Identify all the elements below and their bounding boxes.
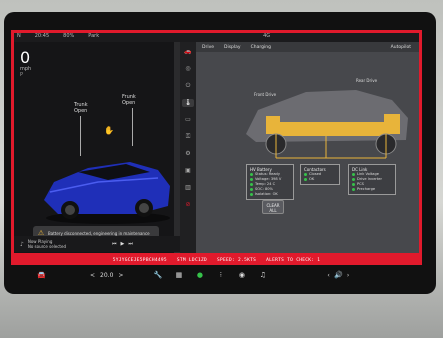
service-main-panel: Drive Display Charging Autopilot Front D… xyxy=(196,42,419,254)
car-shortcut-icon[interactable]: 🚘 xyxy=(37,271,46,279)
nav-item-2[interactable]: Charging xyxy=(251,45,271,50)
speed-readout: 0 xyxy=(20,48,31,67)
trash-icon[interactable]: ▥ xyxy=(182,184,194,192)
battery-pack xyxy=(280,122,384,136)
car-icon[interactable]: 🚗 xyxy=(182,48,194,56)
temp-down-button[interactable]: < xyxy=(90,272,95,279)
vin-text: 5YJYGCEJE5PBCH4495 xyxy=(112,258,167,263)
settings-sidebar: 🚗 ◎ ⏻ 🌡 ▭ ⚿ ⚙ ▣ ▥ ⊘ xyxy=(180,42,196,254)
car-3d-view xyxy=(44,162,170,224)
nav-item-0[interactable]: Drive xyxy=(202,45,214,50)
dc-link-row: Precharge xyxy=(352,187,392,192)
clear-all-button[interactable]: CLEAR ALL xyxy=(262,200,284,214)
music-note-icon: ♪ xyxy=(20,240,24,248)
steering-icon[interactable]: ◎ xyxy=(182,65,194,73)
app-dock: 🔧 ▦ ● ⁝ ◉ ♫ xyxy=(153,271,267,279)
car-cutaway-diagram: Front Drive Rear Drive xyxy=(246,78,408,159)
thermometer-icon[interactable]: 🌡 xyxy=(182,99,194,107)
cursor-icon: ✋ xyxy=(104,126,114,135)
camera-app-icon[interactable]: ◉ xyxy=(237,271,246,279)
key-icon[interactable]: ⚿ xyxy=(182,133,194,141)
grid-icon[interactable]: ▦ xyxy=(174,271,183,279)
touchscreen: N 20:45 80% Park 4G 0 mph P Trunk Open F… xyxy=(11,30,422,285)
climate-control: < 20.0 > xyxy=(90,272,123,279)
status-item-1: 20:45 xyxy=(34,33,50,39)
service-alert-strip[interactable]: 5YJYGCEJE5PBCH4495 STM LDC1ZD SPEED: 2.5… xyxy=(11,256,422,265)
power-icon[interactable]: ⏻ xyxy=(182,82,194,90)
service-nav: Drive Display Charging Autopilot xyxy=(196,42,419,52)
camera-icon[interactable]: ▣ xyxy=(182,167,194,175)
front-motor xyxy=(266,116,280,134)
contactors-box[interactable]: Contactors Closed OK xyxy=(300,164,340,185)
diagram-label-front: Front Drive xyxy=(254,92,277,97)
rear-motor xyxy=(384,114,400,134)
rear-wheel-rim xyxy=(139,203,149,213)
music-app-icon[interactable]: ♫ xyxy=(258,271,267,279)
front-wheel-rim xyxy=(65,205,75,215)
prev-track-icon[interactable]: ⏮ xyxy=(112,241,117,247)
play-icon[interactable]: ▶ xyxy=(121,241,125,247)
volume-control: ‹ 🔊 › xyxy=(327,271,349,279)
cabin-temperature[interactable]: 20.0 xyxy=(100,272,113,279)
status-item-0: N xyxy=(17,33,21,39)
contactors-row: OK xyxy=(304,177,336,182)
gear-icon[interactable]: ⚙ xyxy=(182,150,194,158)
hv-battery-row: Isolation: OK xyxy=(250,192,290,197)
apps-icon[interactable]: ⁝ xyxy=(216,271,225,279)
speed-text: SPEED: 2.5KTS xyxy=(216,258,257,263)
next-track-icon[interactable]: ⏭ xyxy=(128,241,133,247)
frunk-label[interactable]: Frunk Open xyxy=(122,94,136,106)
media-text: Now Playing No source selected xyxy=(27,239,66,249)
warning-text: Battery disconnected, engineering in mai… xyxy=(48,230,150,236)
stop-icon[interactable]: ⊘ xyxy=(182,201,194,209)
volume-up-button[interactable]: › xyxy=(347,272,349,279)
frunk-leader-line xyxy=(132,108,133,146)
stm-text: STM LDC1ZD xyxy=(176,258,207,263)
nav-item-1[interactable]: Display xyxy=(224,45,241,50)
alerts-count-text: ALERTS TO CHECK: 1 xyxy=(266,258,321,263)
vehicle-panel: 0 mph P Trunk Open Frunk Open ✋ xyxy=(14,42,174,254)
status-bar: N 20:45 80% Park 4G xyxy=(11,30,422,42)
status-item-2: 80% xyxy=(63,33,75,39)
temp-up-button[interactable]: > xyxy=(118,272,123,279)
hv-battery-box[interactable]: HV Battery Status: Ready Voltage: 398 V … xyxy=(246,164,294,200)
volume-down-button[interactable]: ‹ xyxy=(327,272,329,279)
status-item-4: Park xyxy=(88,33,100,39)
trunk-label[interactable]: Trunk Open xyxy=(74,102,88,114)
gear-indicator: P xyxy=(20,72,24,78)
seat-icon[interactable]: ▭ xyxy=(182,116,194,124)
dc-link-box[interactable]: DC Link Link Voltage Drive Inverter PCS … xyxy=(348,164,396,195)
diagram-label-rear: Rear Drive xyxy=(356,78,378,83)
bottom-dock: 🚘 < 20.0 > 🔧 ▦ ● ⁝ ◉ ♫ ‹ 🔊 › xyxy=(11,265,422,285)
status-item-8: 4G xyxy=(263,33,271,39)
phone-icon[interactable]: ● xyxy=(195,271,204,279)
media-player[interactable]: ♪ Now Playing No source selected ⏮ ▶ ⏭ xyxy=(14,236,180,252)
service-wrench-icon[interactable]: 🔧 xyxy=(153,271,163,279)
nav-item-3[interactable]: Autopilot xyxy=(391,45,411,50)
volume-icon[interactable]: 🔊 xyxy=(334,271,343,279)
